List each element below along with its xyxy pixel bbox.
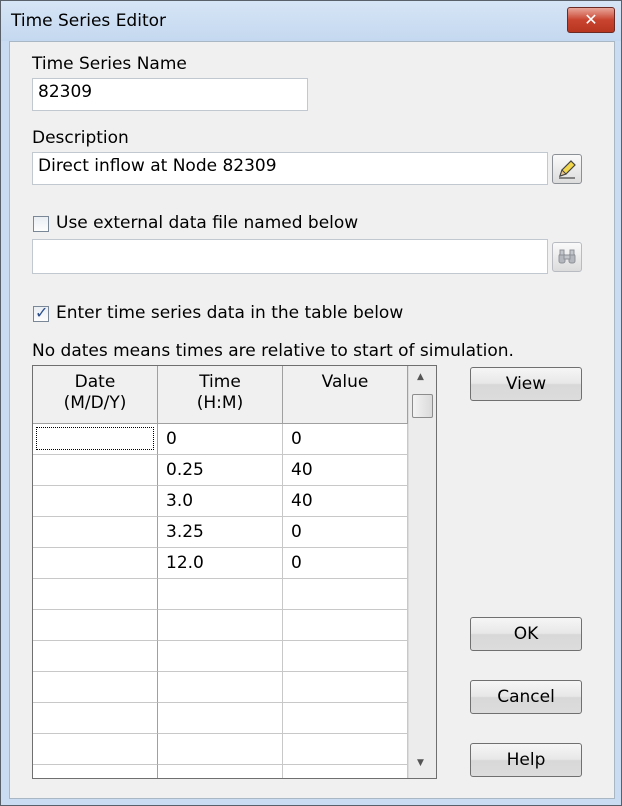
table-data-label: Enter time series data in the table belo… <box>56 303 404 323</box>
relative-time-note: No dates means times are relative to sta… <box>32 341 514 361</box>
grid-cell-time[interactable] <box>158 703 283 734</box>
close-button[interactable]: ✕ <box>567 7 615 33</box>
grid-cell-value[interactable] <box>283 703 408 734</box>
name-input[interactable]: 82309 <box>32 78 308 111</box>
header-time-line1: Time <box>199 372 241 392</box>
header-time-line2: (H:M) <box>196 393 244 413</box>
grid-cell-time[interactable] <box>158 641 283 672</box>
grid-cell-date[interactable] <box>33 579 158 610</box>
view-button[interactable]: View <box>470 367 582 401</box>
grid-cell-time[interactable]: 0 <box>158 424 283 455</box>
grid-cell-date[interactable] <box>33 610 158 641</box>
grid-cell-date[interactable] <box>33 517 158 548</box>
grid-cell-value[interactable] <box>283 579 408 610</box>
grid-cell-date[interactable] <box>33 672 158 703</box>
browse-file-button[interactable] <box>552 242 582 272</box>
grid-cell-value[interactable]: 0 <box>283 548 408 579</box>
grid-cell-value[interactable] <box>283 610 408 641</box>
external-file-checkbox[interactable] <box>33 216 49 232</box>
table-data-checkbox[interactable]: ✓ <box>33 303 49 322</box>
grid-cell-time[interactable] <box>158 765 283 778</box>
description-editor-button[interactable] <box>552 154 582 184</box>
grid-cell-time[interactable]: 3.25 <box>158 517 283 548</box>
grid-cell-time[interactable] <box>158 610 283 641</box>
column-header-value[interactable]: Value <box>283 366 408 424</box>
help-button[interactable]: Help <box>470 743 582 777</box>
scroll-up-icon[interactable]: ▲ <box>417 372 424 382</box>
grid-cell-date[interactable] <box>33 734 158 765</box>
checkmark-icon: ✓ <box>35 303 49 322</box>
column-header-time[interactable]: Time (H:M) <box>158 366 283 424</box>
grid-cell-time[interactable]: 0.25 <box>158 455 283 486</box>
time-series-grid[interactable]: Date (M/D/Y) Time (H:M) Value 0 0 0.25 40 3.… <box>32 365 437 779</box>
cancel-button[interactable]: Cancel <box>470 680 582 714</box>
dialog-body: Time Series Name 82309 Description Direc… <box>9 41 615 799</box>
grid-cell-time[interactable]: 12.0 <box>158 548 283 579</box>
grid-cell-date[interactable] <box>33 455 158 486</box>
grid-cell-date[interactable] <box>33 548 158 579</box>
grid-scrollbar[interactable]: ▲ ▼ <box>408 366 436 778</box>
time-series-editor-window: Time Series Editor ✕ Time Series Name 82… <box>0 0 622 806</box>
header-value-line2: Value <box>321 372 369 392</box>
description-input[interactable]: Direct inflow at Node 82309 <box>32 152 548 185</box>
grid-cell-time[interactable] <box>158 672 283 703</box>
grid-cell-time[interactable] <box>158 579 283 610</box>
grid-cell-value[interactable]: 40 <box>283 455 408 486</box>
scroll-thumb[interactable] <box>412 394 433 418</box>
grid-cell-value[interactable]: 40 <box>283 486 408 517</box>
grid-cell-time[interactable] <box>158 734 283 765</box>
grid-cell-date[interactable] <box>33 641 158 672</box>
grid-cell-date[interactable] <box>33 765 158 778</box>
grid-cell-time[interactable]: 3.0 <box>158 486 283 517</box>
binoculars-icon <box>558 249 576 264</box>
window-title: Time Series Editor <box>11 11 167 31</box>
header-date-line1: Date <box>74 372 116 392</box>
title-bar[interactable]: Time Series Editor ✕ <box>1 1 621 41</box>
scroll-down-icon[interactable]: ▼ <box>417 758 424 768</box>
grid-cell-value[interactable]: 0 <box>283 424 408 455</box>
ok-button[interactable]: OK <box>470 617 582 651</box>
edit-pencil-icon <box>559 160 576 179</box>
name-label: Time Series Name <box>32 54 187 74</box>
header-date-line2: (M/D/Y) <box>63 393 127 413</box>
grid-cell-value[interactable] <box>283 641 408 672</box>
grid-cell-value[interactable] <box>283 672 408 703</box>
cell-focus-indicator <box>36 427 154 450</box>
grid-cell-value[interactable] <box>283 765 408 778</box>
external-file-input[interactable] <box>32 239 548 274</box>
grid-cell-date[interactable] <box>33 703 158 734</box>
external-file-label: Use external data file named below <box>56 213 359 233</box>
column-header-date[interactable]: Date (M/D/Y) <box>33 366 158 424</box>
description-label: Description <box>32 128 129 148</box>
grid-cell-value[interactable]: 0 <box>283 517 408 548</box>
grid-cell-date[interactable] <box>33 424 158 455</box>
grid-cell-value[interactable] <box>283 734 408 765</box>
grid-cell-date[interactable] <box>33 486 158 517</box>
